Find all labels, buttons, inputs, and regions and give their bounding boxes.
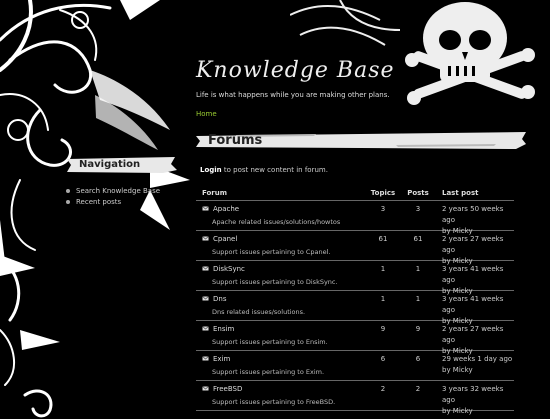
nav-item-search[interactable]: Search Knowledge Base <box>66 185 160 196</box>
envelope-icon <box>202 295 209 303</box>
forum-name-link[interactable]: Ensim <box>213 325 234 333</box>
envelope-icon <box>202 385 209 393</box>
envelope-icon <box>202 205 209 213</box>
last-post-cell: 2 years 50 weeks ago by Micky <box>436 204 514 237</box>
last-post-time: 2 years 27 weeks ago <box>442 235 504 254</box>
envelope-icon <box>202 355 209 363</box>
table-header: Forum Topics Posts Last post <box>196 186 514 201</box>
bullet-icon <box>66 188 70 193</box>
login-prompt: Login to post new content in forum. <box>200 166 328 174</box>
forum-name: Cpanel <box>202 234 366 244</box>
last-post-author[interactable]: by Micky <box>442 406 514 417</box>
table-row: FreeBSD Support issues pertaining to Free… <box>196 381 514 415</box>
forum-cell: DiskSync Support issues pertaining to Dis… <box>196 264 366 286</box>
last-post-time: 29 weeks 1 day ago <box>442 355 513 363</box>
last-post-time: 3 years 41 weeks ago <box>442 295 504 314</box>
column-header-posts: Posts <box>407 189 429 197</box>
topics-count: 61 <box>378 235 388 243</box>
forums-heading-text: Forums <box>208 133 263 148</box>
site-slogan: Life is what happens while you are makin… <box>196 91 390 99</box>
topics-count: 2 <box>380 385 386 393</box>
last-post-cell: 3 years 41 weeks ago by Micky <box>436 294 514 327</box>
nav-item-label[interactable]: Search Knowledge Base <box>76 187 160 195</box>
navigation-menu: Search Knowledge Base Recent posts <box>66 185 160 207</box>
column-header-forum: Forum <box>202 189 228 197</box>
forum-name: Exim <box>202 354 366 364</box>
forum-cell: Dns Dns related issues/solutions. <box>196 294 366 316</box>
posts-count: 61 <box>413 235 423 243</box>
last-post-cell: 2 years 27 weeks ago by Micky <box>436 234 514 267</box>
topics-count: 9 <box>380 325 386 333</box>
forum-description: Support issues pertaining to Cpanel. <box>212 248 331 256</box>
forum-cell: Ensim Support issues pertaining to Ensim. <box>196 324 366 346</box>
forum-description: Support issues pertaining to DiskSync. <box>212 278 338 286</box>
forum-description: Apache related issues/solutions/howtos <box>212 218 341 226</box>
last-post-cell: 3 years 41 weeks ago by Micky <box>436 264 514 297</box>
navigation-heading-text: Navigation <box>79 159 141 170</box>
forum-cell: Cpanel Support issues pertaining to Cpane… <box>196 234 366 256</box>
topics-count: 1 <box>380 265 386 273</box>
posts-count: 6 <box>415 355 421 363</box>
table-row: DiskSync Support issues pertaining to Dis… <box>196 261 514 295</box>
last-post-time: 2 years 27 weeks ago <box>442 325 504 344</box>
forum-description: Support issues pertaining to Exim. <box>212 368 325 376</box>
nav-item-label[interactable]: Recent posts <box>76 198 121 206</box>
column-header-last-post: Last post <box>442 189 479 197</box>
last-post-cell: 3 years 32 weeks ago by Micky <box>436 384 514 417</box>
last-post-time: 3 years 32 weeks ago <box>442 385 504 404</box>
login-link[interactable]: Login <box>200 166 222 174</box>
column-header-topics: Topics <box>370 189 396 197</box>
forum-name: DiskSync <box>202 264 366 274</box>
site-title[interactable]: Knowledge Base <box>196 58 395 83</box>
forum-name: Dns <box>202 294 366 304</box>
table-row: Apache Apache related issues/solutions/ho… <box>196 201 514 235</box>
posts-count: 9 <box>415 325 421 333</box>
forum-name-link[interactable]: Cpanel <box>213 235 237 243</box>
table-row: Exim Support issues pertaining to Exim. 6 6… <box>196 351 514 381</box>
last-post-cell: 2 years 27 weeks ago by Micky <box>436 324 514 357</box>
posts-count: 1 <box>415 265 421 273</box>
forum-name-link[interactable]: Dns <box>213 295 226 303</box>
bullet-icon <box>66 199 70 204</box>
topics-count: 3 <box>380 205 386 213</box>
forum-cell: Exim Support issues pertaining to Exim. <box>196 354 366 376</box>
last-post-time: 2 years 50 weeks ago <box>442 205 504 224</box>
forum-name-link[interactable]: DiskSync <box>213 265 245 273</box>
posts-count: 2 <box>415 385 421 393</box>
forum-name-link[interactable]: Exim <box>213 355 230 363</box>
topics-count: 6 <box>380 355 386 363</box>
forum-table: Forum Topics Posts Last post Apache Apach… <box>196 186 514 415</box>
last-post-author[interactable]: by Micky <box>442 365 514 376</box>
table-row: Cpanel Support issues pertaining to Cpane… <box>196 231 514 265</box>
table-row: Dns Dns related issues/solutions. 1 1 3 year… <box>196 291 514 325</box>
last-post-cell: 29 weeks 1 day ago by Micky <box>436 354 514 376</box>
navigation-heading: Navigation <box>67 154 177 176</box>
nav-item-recent-posts[interactable]: Recent posts <box>66 196 160 207</box>
posts-count: 1 <box>415 295 421 303</box>
topics-count: 1 <box>380 295 386 303</box>
envelope-icon <box>202 235 209 243</box>
forum-name: FreeBSD <box>202 384 366 394</box>
forum-name-link[interactable]: FreeBSD <box>213 385 242 393</box>
forum-cell: FreeBSD Support issues pertaining to Free… <box>196 384 366 406</box>
forums-heading: Forums <box>196 130 526 152</box>
table-row: Ensim Support issues pertaining to Ensim.… <box>196 321 514 355</box>
forum-description: Support issues pertaining to Ensim. <box>212 338 328 346</box>
forum-name: Apache <box>202 204 366 214</box>
login-prompt-text: to post new content in forum. <box>221 166 328 174</box>
forum-description: Support issues pertaining to FreeBSD. <box>212 398 336 406</box>
forum-name: Ensim <box>202 324 366 334</box>
decorative-swirl-artwork <box>0 0 190 418</box>
forum-description: Dns related issues/solutions. <box>212 308 306 316</box>
forum-name-link[interactable]: Apache <box>213 205 239 213</box>
envelope-icon <box>202 265 209 273</box>
breadcrumb-home-link[interactable]: Home <box>196 110 217 118</box>
envelope-icon <box>202 325 209 333</box>
forum-cell: Apache Apache related issues/solutions/ho… <box>196 204 366 226</box>
last-post-time: 3 years 41 weeks ago <box>442 265 504 284</box>
posts-count: 3 <box>415 205 421 213</box>
